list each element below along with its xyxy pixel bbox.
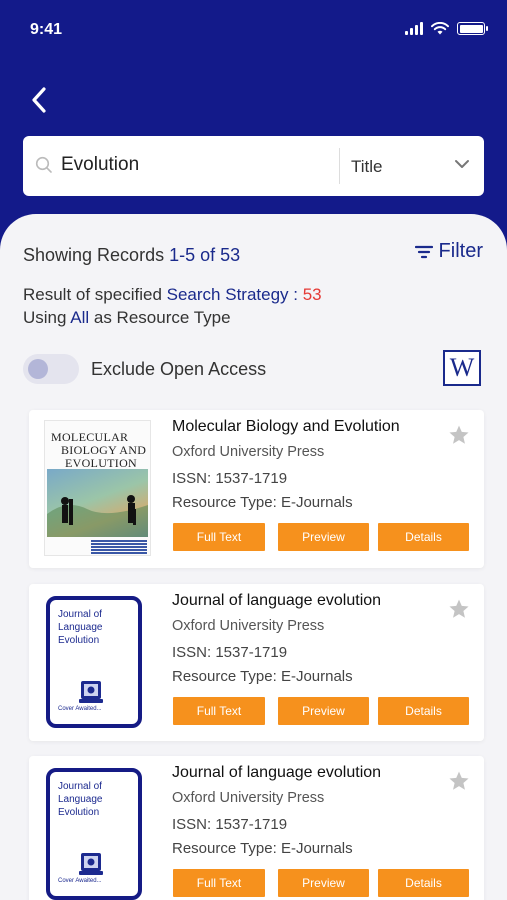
search-bar: Evolution Title — [23, 136, 484, 196]
full-text-button[interactable]: Full Text — [173, 697, 265, 725]
result-resource-type: Resource Type: E-Journals — [172, 668, 353, 685]
using-suffix: as Resource Type — [89, 308, 231, 327]
cover-title: Journal of Language Evolution — [58, 609, 103, 646]
result-card[interactable]: MOLECULAR BIOLOGY AND EVOLUTION Molecula… — [29, 410, 484, 568]
full-text-button[interactable]: Full Text — [173, 869, 265, 897]
cover-awaited: Cover Awaited... — [58, 706, 102, 712]
result-title[interactable]: Journal of language evolution — [172, 592, 381, 610]
records-summary: Showing Records 1-5 of 53 — [23, 245, 240, 266]
full-text-button[interactable]: Full Text — [173, 523, 265, 551]
using-prefix: Using — [23, 308, 71, 327]
battery-icon — [457, 22, 488, 35]
result-title[interactable]: Molecular Biology and Evolution — [172, 418, 400, 436]
resource-type-value: All — [70, 308, 90, 327]
result-publisher: Oxford University Press — [172, 790, 325, 806]
strategy-colon: : — [288, 285, 303, 304]
details-button[interactable]: Details — [378, 869, 469, 897]
result-card[interactable]: Journal of Language Evolution Cover Awai… — [29, 756, 484, 900]
journal-cover: Journal of Language Evolution Cover Awai… — [44, 594, 151, 730]
result-issn: ISSN: 1537-1719 — [172, 470, 288, 487]
exclude-open-access-toggle[interactable] — [23, 354, 79, 384]
strategy-count: 53 — [302, 285, 322, 304]
wikipedia-icon[interactable]: W — [443, 350, 481, 386]
exclude-open-access-label: Exclude Open Access — [91, 359, 267, 379]
details-button[interactable]: Details — [378, 523, 469, 551]
search-divider — [339, 148, 340, 184]
result-card[interactable]: Journal of Language Evolution Cover Awai… — [29, 584, 484, 741]
filter-icon — [414, 245, 433, 258]
result-publisher: Oxford University Press — [172, 618, 325, 634]
details-button[interactable]: Details — [378, 697, 469, 725]
status-bar: 9:41 — [30, 18, 488, 42]
status-time: 9:41 — [30, 21, 63, 38]
cover-title: MOLECULAR BIOLOGY AND EVOLUTION — [51, 430, 147, 470]
search-icon — [35, 156, 52, 173]
book-emblem-icon — [79, 853, 103, 875]
filter-label: Filter — [438, 240, 483, 262]
back-chevron-icon[interactable] — [28, 86, 52, 114]
records-range: 1-5 of 53 — [169, 245, 241, 265]
wifi-icon — [431, 22, 449, 35]
search-strategy-link[interactable]: Search Strategy — [167, 285, 289, 304]
star-icon[interactable] — [448, 770, 470, 792]
preview-button[interactable]: Preview — [278, 697, 369, 725]
journal-cover: Journal of Language Evolution Cover Awai… — [44, 766, 151, 900]
result-resource-type: Resource Type: E-Journals — [172, 840, 353, 857]
toggle-knob — [28, 359, 48, 379]
search-field-select[interactable]: Title — [351, 157, 383, 177]
star-icon[interactable] — [448, 424, 470, 446]
star-icon[interactable] — [448, 598, 470, 620]
chevron-down-icon[interactable] — [454, 158, 470, 170]
book-emblem-icon — [79, 681, 103, 703]
status-icons — [405, 22, 488, 35]
preview-button[interactable]: Preview — [278, 523, 369, 551]
result-issn: ISSN: 1537-1719 — [172, 644, 288, 661]
cover-title: Journal of Language Evolution — [58, 781, 103, 818]
strategy-prefix: Result of specified — [23, 285, 167, 304]
result-issn: ISSN: 1537-1719 — [172, 816, 288, 833]
signal-icon — [405, 22, 423, 35]
cover-contents — [91, 540, 147, 555]
result-publisher: Oxford University Press — [172, 444, 325, 460]
cover-awaited: Cover Awaited... — [58, 878, 102, 884]
journal-cover: MOLECULAR BIOLOGY AND EVOLUTION — [44, 420, 151, 556]
cover-illustration — [47, 469, 148, 537]
records-prefix: Showing Records — [23, 245, 170, 265]
result-title[interactable]: Journal of language evolution — [172, 764, 381, 782]
strategy-summary: Result of specified Search Strategy : 53… — [23, 283, 322, 329]
preview-button[interactable]: Preview — [278, 869, 369, 897]
filter-button[interactable]: Filter — [414, 240, 483, 263]
result-resource-type: Resource Type: E-Journals — [172, 494, 353, 511]
search-input[interactable]: Evolution — [61, 154, 139, 176]
